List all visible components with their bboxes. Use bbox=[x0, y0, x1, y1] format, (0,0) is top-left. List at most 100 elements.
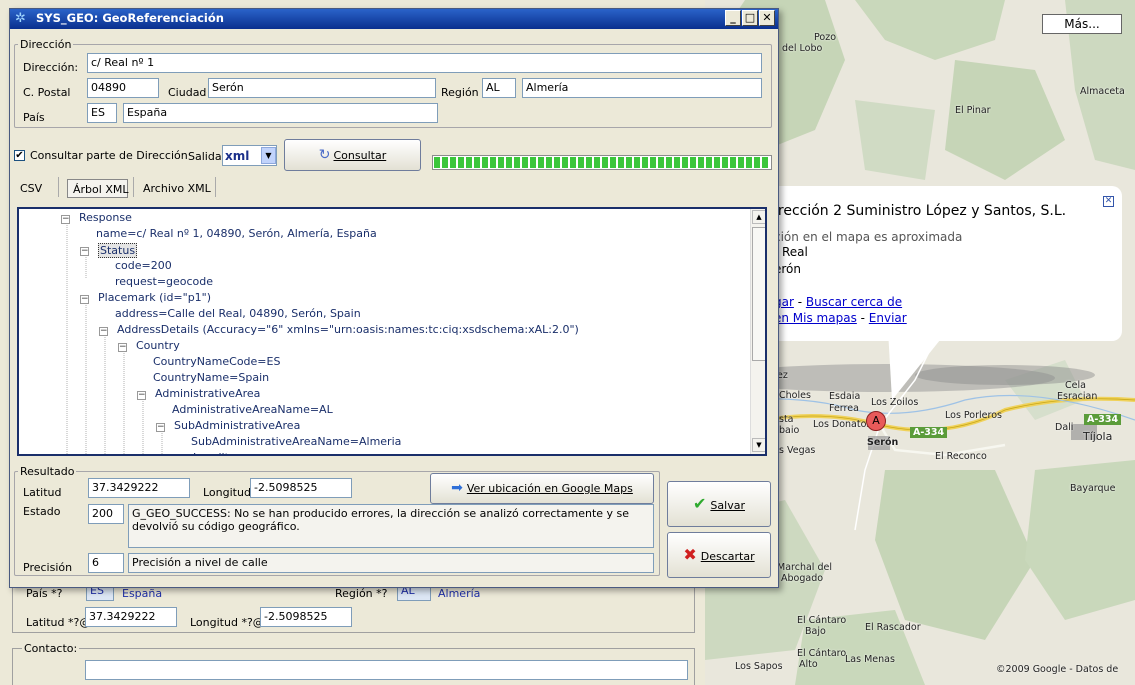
place-label: Las Menas bbox=[845, 654, 895, 665]
place-label: Dali bbox=[1055, 422, 1074, 433]
tree-node[interactable]: Locality bbox=[193, 451, 235, 454]
tree-node[interactable]: AddressDetails (Accuracy="6" xmlns="urn:… bbox=[117, 323, 579, 336]
latitud-field[interactable]: 37.3429222 bbox=[88, 478, 190, 498]
estado-text-field[interactable]: G_GEO_SUCCESS: No se han producido error… bbox=[128, 504, 654, 548]
bg-contacto-field[interactable] bbox=[85, 660, 688, 680]
tab-arbol-xml[interactable]: Árbol XML bbox=[67, 179, 128, 198]
tab-csv[interactable]: CSV bbox=[20, 182, 42, 195]
place-label: El Rascador bbox=[865, 622, 921, 633]
progress-fill bbox=[434, 157, 770, 168]
mas-button[interactable]: Más... bbox=[1042, 14, 1122, 34]
tree-node[interactable]: CountryName=Spain bbox=[153, 371, 269, 384]
bg-contacto-label: Contacto: bbox=[22, 642, 80, 655]
buscar-cerca-link[interactable]: Buscar cerca de bbox=[806, 295, 902, 309]
cp-label: C. Postal bbox=[23, 86, 71, 99]
longitud-field[interactable]: -2.5098525 bbox=[250, 478, 352, 498]
direccion-field[interactable]: c/ Real nº 1 bbox=[87, 53, 762, 73]
tree-node[interactable]: SubAdministrativeArea bbox=[174, 419, 300, 432]
tree-toggle[interactable]: − bbox=[80, 295, 89, 304]
pais-label: País bbox=[23, 111, 45, 124]
tree-node[interactable]: AdministrativeAreaName=AL bbox=[172, 403, 333, 416]
pais-code-field[interactable]: ES bbox=[87, 103, 117, 123]
estado-code-field[interactable]: 200 bbox=[88, 504, 124, 524]
scroll-up-arrow[interactable]: ▲ bbox=[752, 210, 765, 224]
direccion-label: Dirección: bbox=[23, 61, 79, 74]
tab-divider bbox=[58, 177, 59, 197]
screen: País *? ES España Región *? AL Almería L… bbox=[0, 0, 1135, 685]
region-code-field[interactable]: AL bbox=[482, 78, 516, 98]
place-label: sta bbox=[779, 414, 794, 425]
tree-toggle[interactable]: − bbox=[118, 343, 127, 352]
maximize-button[interactable]: □ bbox=[742, 10, 758, 26]
place-label: Pozo bbox=[814, 32, 837, 43]
arrow-right-icon: ➡ bbox=[451, 480, 463, 496]
map-marker[interactable]: A bbox=[866, 411, 886, 431]
close-icon[interactable]: ✕ bbox=[1103, 196, 1114, 207]
cp-field[interactable]: 04890 bbox=[87, 78, 159, 98]
scroll-thumb[interactable] bbox=[752, 227, 765, 361]
place-label: baio bbox=[779, 425, 800, 436]
ciudad-field[interactable]: Serón bbox=[208, 78, 436, 98]
tree-node[interactable]: Placemark (id="p1") bbox=[98, 291, 211, 304]
place-label-seron: Serón bbox=[867, 437, 899, 448]
tree-node[interactable]: SubAdministrativeAreaName=Almeria bbox=[191, 435, 401, 448]
precision-code-field[interactable]: 6 bbox=[88, 553, 124, 573]
place-label: El Reconco bbox=[935, 451, 987, 462]
tree-node[interactable]: address=Calle del Real, 04890, Serón, Sp… bbox=[115, 307, 361, 320]
place-label: s Vegas bbox=[779, 445, 816, 456]
tree-node[interactable]: Status bbox=[98, 243, 138, 258]
tree-node[interactable]: AdministrativeArea bbox=[155, 387, 260, 400]
bg-region-label: Región *? bbox=[335, 587, 388, 600]
chevron-down-icon[interactable]: ▼ bbox=[261, 147, 276, 164]
xml-tree[interactable]: − Response name=c/ Real nº 1, 04890, Serón… bbox=[17, 207, 767, 456]
tree-toggle[interactable]: − bbox=[175, 455, 184, 456]
minimize-button[interactable]: _ bbox=[725, 10, 741, 26]
enviar-link[interactable]: Enviar bbox=[869, 311, 907, 325]
tree-toggle[interactable]: − bbox=[99, 327, 108, 336]
tree-scrollbar[interactable]: ▲ ▼ bbox=[750, 209, 765, 454]
place-label: El Pinar bbox=[955, 105, 991, 116]
tab-divider bbox=[133, 177, 134, 197]
place-label: del Lobo bbox=[782, 43, 823, 54]
descartar-button[interactable]: ✖ Descartar bbox=[667, 532, 771, 578]
longitud-label: Longitud bbox=[203, 486, 251, 499]
tree-node[interactable]: code=200 bbox=[115, 259, 172, 272]
tree-node[interactable]: Response bbox=[79, 211, 132, 224]
tree-toggle[interactable]: − bbox=[61, 215, 70, 224]
consultar-parte-checkbox[interactable]: ✔ bbox=[14, 150, 25, 161]
salida-value: xml bbox=[225, 149, 250, 163]
consultar-button[interactable]: ↻ Consultar bbox=[284, 139, 421, 171]
precision-text-field[interactable]: Precisión a nivel de calle bbox=[128, 553, 654, 573]
salida-select[interactable]: xml ▼ bbox=[222, 145, 277, 166]
progress-bar bbox=[432, 155, 772, 170]
salvar-button[interactable]: ✔ Salvar bbox=[667, 481, 771, 527]
scroll-down-arrow[interactable]: ▼ bbox=[752, 438, 765, 452]
bg-region-name: Almería bbox=[438, 587, 481, 600]
link-separator: - bbox=[856, 311, 869, 325]
road-badge: A-334 bbox=[1084, 414, 1122, 425]
bg-longitud-field[interactable]: -2.5098525 bbox=[260, 607, 352, 627]
tree-toggle[interactable]: − bbox=[137, 391, 146, 400]
tab-archivo-xml[interactable]: Archivo XML bbox=[143, 182, 211, 195]
pais-name-field[interactable]: España bbox=[123, 103, 438, 123]
bg-latitud-label: Latitud *?@ bbox=[26, 616, 91, 629]
bg-latitud-field[interactable]: 37.3429222 bbox=[85, 607, 177, 627]
region-name-field[interactable]: Almería bbox=[522, 78, 762, 98]
tree-node[interactable]: CountryNameCode=ES bbox=[153, 355, 280, 368]
bubble-note: ción en el mapa es aproximada bbox=[774, 230, 963, 244]
mis-mapas-link[interactable]: en Mis mapas bbox=[774, 311, 857, 325]
bubble-line: Real bbox=[782, 245, 808, 259]
tree-node[interactable]: request=geocode bbox=[115, 275, 213, 288]
ver-google-maps-button[interactable]: ➡ Ver ubicación en Google Maps bbox=[430, 473, 654, 504]
tree-toggle[interactable]: − bbox=[156, 423, 165, 432]
close-button[interactable]: ✕ bbox=[759, 10, 775, 26]
tree-node[interactable]: Country bbox=[136, 339, 180, 352]
link-separator: - bbox=[793, 295, 806, 309]
tree-node[interactable]: name=c/ Real nº 1, 04890, Serón, Almería… bbox=[96, 227, 377, 240]
title-bar[interactable]: ✲ SYS_GEO: GeoReferenciación _ □ ✕ bbox=[10, 9, 778, 29]
latitud-label: Latitud bbox=[23, 486, 62, 499]
tree-toggle[interactable]: − bbox=[80, 247, 89, 256]
resultado-group-title: Resultado bbox=[18, 465, 77, 478]
place-label: Choles bbox=[779, 390, 811, 401]
place-label: Ferrea bbox=[829, 403, 859, 414]
